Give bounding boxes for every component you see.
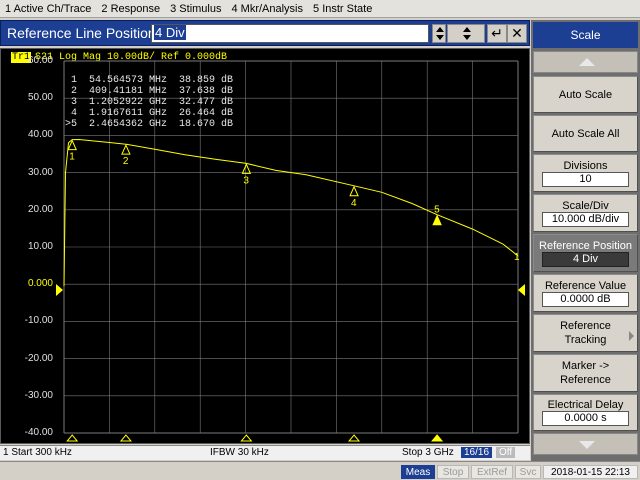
status-stop: Stop	[437, 465, 469, 479]
spin-up-icon[interactable]	[436, 27, 444, 32]
ifbw[interactable]: IFBW 30 kHz	[210, 447, 269, 458]
divisions-value: 10	[542, 172, 629, 187]
y-tick-label: -30.00	[24, 389, 53, 401]
scale-div-softkey[interactable]: Scale/Div 10.000 dB/div	[533, 194, 638, 232]
reference-tracking-label-2: Tracking	[564, 334, 607, 346]
marker-reference-label-2: Reference	[560, 374, 611, 386]
y-tick-label: 20.00	[27, 203, 53, 215]
scroll-down-icon	[579, 441, 595, 449]
start-frequency[interactable]: 1 Start 300 kHz	[3, 447, 72, 458]
spin-stepper[interactable]	[432, 24, 446, 43]
entry-input[interactable]: 4 Div	[151, 24, 429, 43]
marker-label: 4	[351, 198, 357, 209]
close-button[interactable]: ✕	[507, 24, 527, 43]
electrical-delay-value: 0.0000 s	[542, 411, 629, 426]
marker-row: 1 54.564573 MHz 38.859 dB	[65, 75, 234, 86]
reference-position-value: 4 Div	[542, 252, 629, 267]
menu-active-ch-trace[interactable]: 1 Active Ch/Trace	[0, 0, 96, 18]
stop-frequency[interactable]: Stop 3 GHz	[402, 447, 454, 458]
y-tick-label: 60.00	[27, 55, 53, 66]
y-tick-label: -10.00	[24, 315, 53, 327]
marker-reference-label-1: Marker ->	[561, 360, 610, 372]
plot-area[interactable]: Tr1 S21 Log Mag 10.00dB/ Ref 0.000dB 1234…	[0, 48, 530, 444]
y-tick-label: -20.00	[24, 352, 53, 364]
divisions-label: Divisions	[563, 160, 608, 172]
menu-instr-state[interactable]: 5 Instr State	[308, 0, 377, 18]
y-tick-label: -40.00	[24, 427, 53, 438]
status-extref: ExtRef	[471, 465, 513, 479]
marker-triangle-icon[interactable]	[121, 143, 131, 155]
entry-label: Reference Line Position	[7, 25, 156, 41]
status-datetime: 2018-01-15 22:13	[543, 465, 638, 479]
scroll-up-icon	[579, 58, 595, 66]
menu-bar: 1 Active Ch/Trace 2 Response 3 Stimulus …	[0, 0, 640, 18]
y-tick-label: 50.00	[27, 92, 53, 104]
divisions-softkey[interactable]: Divisions 10	[533, 154, 638, 192]
enter-button[interactable]: ↵	[487, 24, 507, 43]
reference-arrow-right-icon	[518, 284, 525, 296]
reference-position-label: Reference Position	[539, 240, 632, 252]
electrical-delay-softkey[interactable]: Electrical Delay 0.0000 s	[533, 394, 638, 431]
reference-tracking-label-1: Reference	[560, 320, 611, 332]
marker-reference-softkey[interactable]: Marker -> Reference	[533, 354, 638, 392]
y-tick-label: 30.00	[27, 166, 53, 178]
marker-stimulus-icon[interactable]	[66, 434, 79, 442]
channel-status-bar: 1 Start 300 kHz IFBW 30 kHz Stop 3 GHz 1…	[0, 445, 530, 460]
instrument-status-bar: Meas Stop ExtRef Svc 2018-01-15 22:13	[0, 461, 640, 480]
spin-down-icon[interactable]	[436, 35, 444, 40]
marker-stimulus-icon[interactable]	[431, 434, 444, 442]
marker-row: >5 2.4654362 GHz 18.670 dB	[65, 119, 234, 130]
entry-bar: Reference Line Position 4 Div ↵ ✕	[0, 20, 530, 46]
spin-stepper-wide[interactable]	[447, 24, 485, 43]
reference-position-softkey[interactable]: Reference Position 4 Div	[533, 234, 638, 272]
softkey-panel: Scale Auto Scale Auto Scale All Division…	[531, 20, 640, 461]
auto-scale-button[interactable]: Auto Scale	[533, 76, 638, 113]
marker-stimulus-icon[interactable]	[240, 434, 253, 442]
y-tick-label: 0.000	[27, 278, 53, 290]
marker-label: 3	[243, 175, 249, 186]
menu-stimulus[interactable]: 3 Stimulus	[165, 0, 226, 18]
menu-mkr-analysis[interactable]: 4 Mkr/Analysis	[226, 0, 308, 18]
reference-value-label: Reference Value	[544, 280, 627, 292]
softkey-scroll-up[interactable]	[533, 51, 638, 73]
electrical-delay-label: Electrical Delay	[547, 399, 624, 411]
softkey-menu-title: Scale	[533, 22, 638, 48]
off-badge: Off	[496, 447, 516, 458]
marker-label: 5	[434, 205, 440, 216]
step-down-icon[interactable]	[463, 35, 471, 40]
auto-scale-all-button[interactable]: Auto Scale All	[533, 115, 638, 152]
entry-input-value: 4 Div	[154, 25, 186, 40]
marker-triangle-icon[interactable]	[241, 163, 252, 174]
marker-triangle-icon[interactable]	[349, 185, 359, 197]
softkey-scroll-down[interactable]	[533, 433, 638, 455]
reference-value-softkey[interactable]: Reference Value 0.0000 dB	[533, 274, 638, 312]
status-svc: Svc	[515, 465, 541, 479]
step-up-icon[interactable]	[463, 27, 471, 32]
reference-arrows	[56, 284, 525, 296]
y-tick-label: 10.00	[27, 241, 53, 252]
status-meas: Meas	[401, 465, 435, 479]
y-tick-label: 40.00	[27, 129, 53, 141]
reference-tracking-softkey[interactable]: Reference Tracking	[533, 314, 638, 352]
scale-div-label: Scale/Div	[562, 200, 609, 212]
trace-end-label: 1	[514, 252, 520, 263]
marker-triangle-icon[interactable]	[432, 214, 442, 226]
marker-stimulus-icon[interactable]	[119, 434, 132, 442]
scale-div-value: 10.000 dB/div	[542, 212, 629, 227]
reference-value-value: 0.0000 dB	[542, 292, 629, 307]
marker-row: 3 1.2052922 GHz 32.477 dB	[65, 97, 234, 108]
menu-response[interactable]: 2 Response	[96, 0, 165, 18]
sweep-count-badge: 16/16	[461, 447, 493, 458]
marker-label: 1	[69, 152, 75, 163]
marker-table: 1 54.564573 MHz 38.859 dB 2 409.41181 MH…	[65, 75, 233, 130]
reference-arrow-left-icon	[56, 284, 63, 296]
marker-label: 2	[123, 156, 129, 167]
marker-row: 4 1.9167611 GHz 26.464 dB	[65, 108, 234, 119]
submenu-chevron-icon	[629, 331, 634, 341]
marker-stimulus-icon[interactable]	[347, 434, 361, 442]
marker-row: 2 409.41181 MHz 37.638 dB	[65, 86, 234, 97]
